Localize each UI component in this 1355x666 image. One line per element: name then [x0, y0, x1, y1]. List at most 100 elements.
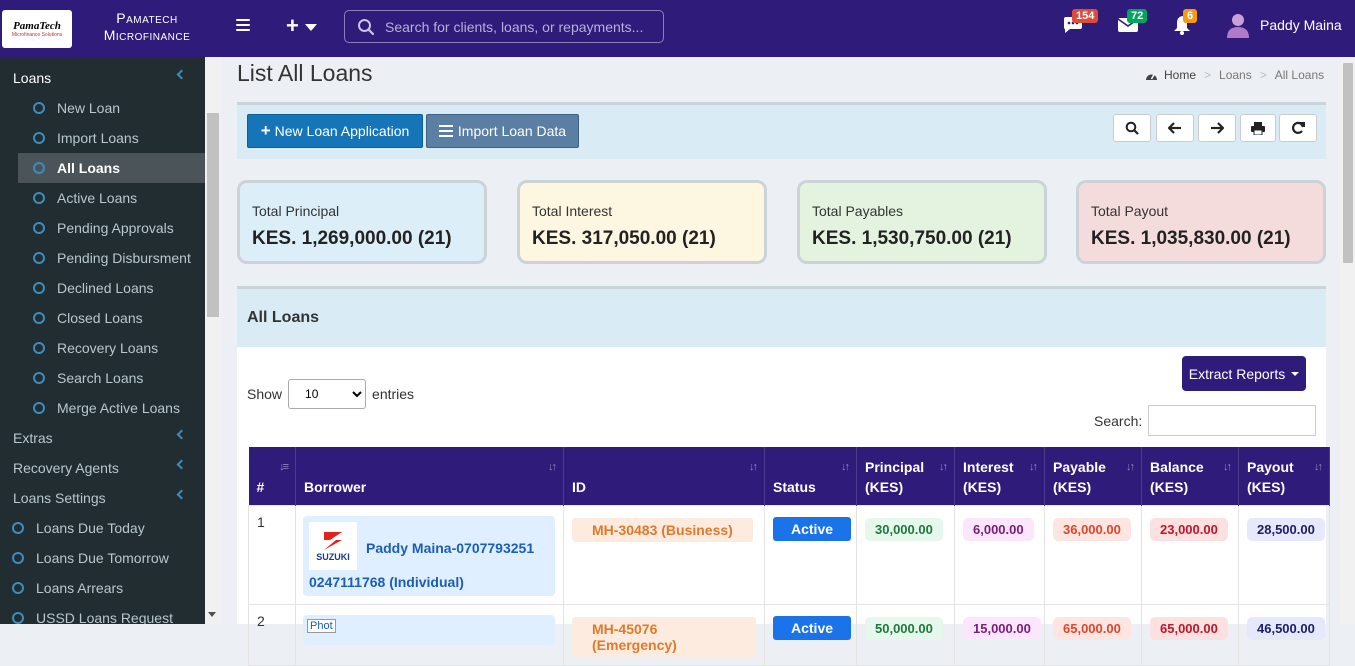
sidebar-item-label: Recovery Loans	[57, 340, 159, 356]
circle-icon	[33, 312, 45, 324]
status-cell: Active	[764, 504, 857, 605]
sidebar-item-recovery-loans[interactable]: Recovery Loans	[0, 333, 205, 363]
breadcrumb-home[interactable]: Home	[1145, 68, 1196, 82]
circle-icon	[12, 612, 24, 624]
sidebar-item-pending-disbursment[interactable]: Pending Disbursment	[0, 243, 205, 273]
forward-button[interactable]	[1198, 114, 1236, 142]
table-row[interactable]: 1 SUZUKI Paddy Maina-0707793251 0247111768 …	[248, 504, 1330, 605]
column-header[interactable]: ↓↑ Balance (KES)	[1141, 447, 1239, 505]
notifications-button[interactable]: 6	[1171, 9, 1198, 38]
stat-card-total-interest: Total Interest KES. 317,050.00 (21)	[517, 180, 767, 264]
sidebar-item-label: Merge Active Loans	[57, 400, 180, 416]
breadcrumb-current: All Loans	[1274, 68, 1325, 82]
sidebar-item-label: Loans Settings	[13, 490, 106, 506]
borrower-card[interactable]: SUZUKI Paddy Maina-0707793251 0247111768 (…	[303, 515, 555, 596]
sidebar-item-loans-arrears[interactable]: Loans Arrears	[0, 573, 205, 603]
sidebar-scroll-thumb[interactable]	[207, 113, 219, 317]
column-header[interactable]: ↓↑ Payout (KES)	[1238, 447, 1330, 505]
plus-icon: +	[286, 13, 299, 38]
status-badge: Active	[773, 516, 852, 541]
balance-amount: 65,000.00	[1150, 616, 1228, 640]
user-menu[interactable]: Paddy Maina	[1226, 12, 1342, 38]
sidebar-item-ussd-loans-request[interactable]: USSD Loans Request	[0, 603, 205, 624]
logo-subtext: Microfinance Solutions	[11, 31, 63, 38]
entries-select[interactable]: 10	[288, 379, 367, 409]
sidebar-item-loans-due-today[interactable]: Loans Due Today	[0, 513, 205, 543]
circle-icon	[33, 372, 45, 384]
import-loan-data-button[interactable]: Import Loan Data	[426, 114, 579, 148]
refresh-button[interactable]	[1279, 114, 1317, 142]
print-button[interactable]	[1240, 114, 1276, 142]
sidebar-item-all-loans[interactable]: All Loans	[18, 153, 205, 183]
sidebar-item-search-loans[interactable]: Search Loans	[0, 363, 205, 393]
stat-label: Total Payables	[812, 203, 904, 219]
page-scroll-thumb[interactable]	[1343, 63, 1353, 263]
stat-value: KES. 1,035,830.00 (21)	[1091, 228, 1291, 249]
principal-cell: 30,000.00	[856, 504, 955, 605]
column-header[interactable]: ↓↑ Borrower	[295, 447, 564, 505]
sidebar-item-label: Active Loans	[57, 190, 138, 206]
borrower-phone[interactable]: 0247111768 (Individual)	[309, 574, 464, 590]
back-button[interactable]	[1156, 114, 1194, 142]
list-icon	[438, 125, 453, 137]
borrower-card[interactable]: Phot	[303, 614, 555, 645]
new-loan-application-button[interactable]: + New Loan Application	[247, 114, 423, 148]
loan-id-cell: MH-45076 (Emergency)	[563, 603, 765, 666]
sidebar-item-label: Search Loans	[57, 370, 144, 386]
mail-button[interactable]: 72	[1117, 9, 1148, 38]
interest-cell: 15,000.00	[954, 603, 1045, 666]
sidebar-item-label: Import Loans	[57, 130, 139, 146]
entries-length-control: Show 10 entries	[247, 379, 414, 409]
sidebar-item-merge-active-loans[interactable]: Merge Active Loans	[0, 393, 205, 423]
sidebar-item-loans-due-tomorrow[interactable]: Loans Due Tomorrow	[0, 543, 205, 573]
search-button[interactable]	[1113, 114, 1151, 142]
company-logo[interactable]: PamaTech Microfinance Solutions	[2, 10, 72, 48]
page-title: List All Loans	[237, 60, 373, 86]
global-search-input[interactable]	[385, 18, 655, 35]
interest-amount: 6,000.00	[963, 517, 1034, 541]
scroll-down-arrow-icon[interactable]	[208, 612, 216, 617]
brand-name[interactable]: Pamatech Microfinance	[80, 10, 214, 44]
messages-button[interactable]: 154	[1062, 9, 1099, 38]
sidebar-item-declined-loans[interactable]: Declined Loans	[0, 273, 205, 303]
breadcrumb-separator: >	[1204, 68, 1212, 82]
borrower-name-link[interactable]: Paddy Maina-0707793251	[366, 540, 534, 556]
loan-id-badge[interactable]: MH-45076 (Emergency)	[572, 616, 756, 657]
breadcrumb-separator: >	[1259, 68, 1267, 82]
extract-reports-button[interactable]: Extract Reports	[1182, 356, 1306, 391]
payable-cell: 36,000.00	[1044, 504, 1142, 605]
sidebar-item-active-loans[interactable]: Active Loans	[0, 183, 205, 213]
circle-icon	[12, 552, 24, 564]
sidebar-item-closed-loans[interactable]: Closed Loans	[0, 303, 205, 333]
quick-add-menu[interactable]: +	[286, 13, 317, 39]
column-header[interactable]: ↓↑ Interest (KES)	[954, 447, 1045, 505]
menu-toggle-icon[interactable]	[236, 19, 250, 33]
search-icon	[358, 18, 375, 35]
sidebar-section-loans-settings[interactable]: Loans Settings	[0, 483, 205, 513]
circle-icon	[33, 132, 45, 144]
balance-cell: 23,000.00	[1141, 504, 1239, 605]
column-header[interactable]: ↓≡ #	[248, 447, 296, 505]
sidebar-section-extras[interactable]: Extras	[0, 423, 205, 453]
sidebar-item-import-loans[interactable]: Import Loans	[0, 123, 205, 153]
table-search-input[interactable]	[1148, 405, 1316, 436]
sidebar-section-recovery-agents[interactable]: Recovery Agents	[0, 453, 205, 483]
action-toolbar: + New Loan Application Import Loan Data	[237, 102, 1326, 159]
table-row[interactable]: 2 Phot MH-45076 (Emergency) Active 50,000.00…	[248, 603, 1330, 666]
sidebar-item-label: Extras	[13, 430, 53, 446]
column-header[interactable]: ↓↑ ID	[563, 447, 765, 505]
breadcrumb-loans[interactable]: Loans	[1219, 68, 1252, 82]
sort-icon: ↓↑	[1314, 461, 1323, 473]
sidebar-item-label: Loans Arrears	[36, 580, 124, 596]
column-header[interactable]: ↓↑ Status	[764, 447, 857, 505]
sidebar-item-new-loan[interactable]: New Loan	[0, 93, 205, 123]
global-search[interactable]	[344, 10, 664, 43]
circle-icon	[33, 252, 45, 264]
column-header[interactable]: ↓↑ Principal (KES)	[856, 447, 955, 505]
sidebar-item-loans[interactable]: Loans	[0, 63, 205, 93]
loan-id-badge[interactable]: MH-30483 (Business)	[572, 517, 753, 542]
column-header[interactable]: ↓↑ Payable (KES)	[1044, 447, 1142, 505]
sidebar-item-label: Recovery Agents	[13, 460, 119, 476]
chevron-left-icon	[176, 429, 187, 440]
sidebar-item-pending-approvals[interactable]: Pending Approvals	[0, 213, 205, 243]
